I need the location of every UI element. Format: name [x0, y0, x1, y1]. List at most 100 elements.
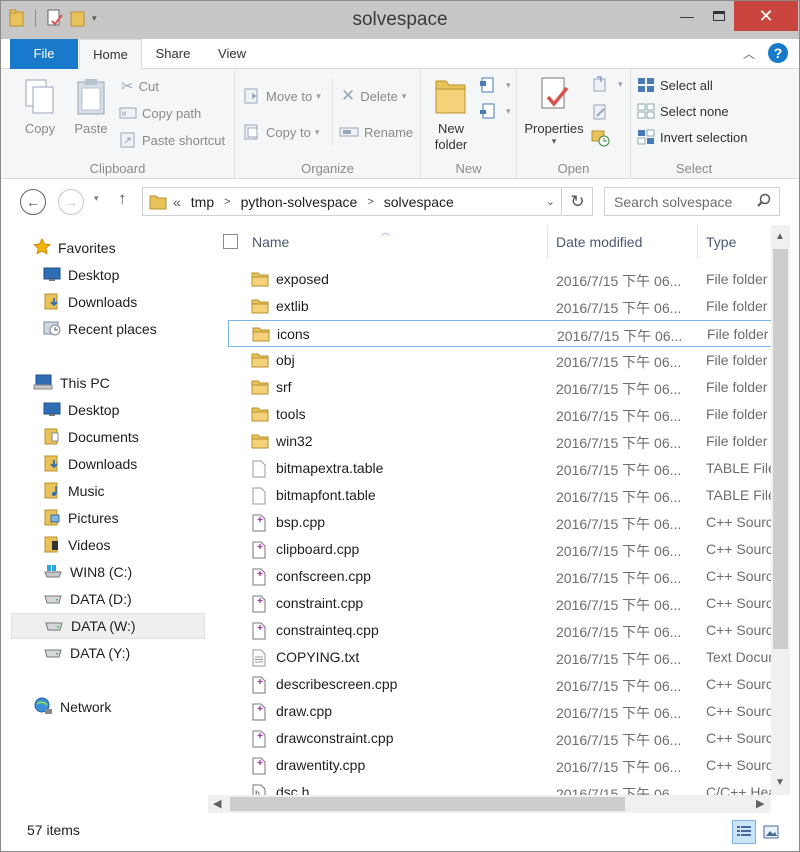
- tab-file[interactable]: File: [10, 39, 78, 69]
- nav-item-videos[interactable]: Videos: [11, 532, 205, 558]
- vertical-scroll-thumb[interactable]: [773, 249, 788, 649]
- copy-to-button[interactable]: Copy to ▾: [243, 121, 319, 143]
- nav-item-win8-c[interactable]: WIN8 (C:): [11, 559, 205, 585]
- large-icons-view-button[interactable]: [759, 820, 783, 844]
- file-date: 2016/7/15 下午 06...: [556, 408, 682, 424]
- horizontal-scroll-thumb[interactable]: [230, 797, 625, 811]
- file-row[interactable]: draw.cpp 2016/7/15 下午 06... C++ Source: [228, 698, 788, 725]
- breadcrumb-solvespace[interactable]: solvespace: [384, 194, 454, 210]
- file-row[interactable]: bsp.cpp 2016/7/15 下午 06... C++ Source: [228, 509, 788, 536]
- nav-item-pictures[interactable]: Pictures: [11, 505, 205, 531]
- nav-item-network[interactable]: Network: [11, 694, 205, 720]
- invert-selection-button[interactable]: Invert selection: [637, 126, 747, 148]
- file-row[interactable]: srf 2016/7/15 下午 06... File folder: [228, 374, 788, 401]
- copy-path-button[interactable]: W Copy path: [119, 102, 201, 124]
- file-row[interactable]: win32 2016/7/15 下午 06... File folder: [228, 428, 788, 455]
- new-item-button[interactable]: ▾: [479, 74, 511, 96]
- edit-button[interactable]: [591, 101, 614, 123]
- file-row[interactable]: tools 2016/7/15 下午 06... File folder: [228, 401, 788, 428]
- nav-item-documents[interactable]: Documents: [11, 424, 205, 450]
- column-header-date-modified[interactable]: Date modified: [556, 225, 642, 259]
- cut-button[interactable]: ✂ Cut: [121, 75, 159, 97]
- file-row[interactable]: bitmapextra.table 2016/7/15 下午 06... TABLE…: [228, 455, 788, 482]
- vertical-scrollbar[interactable]: ▲ ▼: [771, 225, 790, 795]
- maximize-button[interactable]: [703, 1, 735, 31]
- column-header-name[interactable]: Name: [252, 225, 289, 259]
- scroll-up-icon[interactable]: ▲: [775, 231, 785, 242]
- select-all-button[interactable]: Select all: [637, 74, 713, 96]
- nav-item-music[interactable]: Music: [11, 478, 205, 504]
- new-folder-button[interactable]: New folder: [429, 75, 473, 153]
- help-icon[interactable]: ?: [768, 43, 788, 63]
- nav-item-desktop[interactable]: Desktop: [11, 262, 205, 288]
- file-row[interactable]: obj 2016/7/15 下午 06... File folder: [228, 347, 788, 374]
- scroll-right-icon[interactable]: ▶: [756, 797, 764, 810]
- file-date: 2016/7/15 下午 06...: [556, 462, 682, 478]
- properties-button[interactable]: Properties ▾: [523, 75, 585, 147]
- up-arrow-icon[interactable]: ↑: [118, 189, 127, 209]
- nav-item-downloads[interactable]: Downloads: [11, 289, 205, 315]
- details-view-button[interactable]: [732, 820, 756, 844]
- delete-button[interactable]: ✕ Delete ▾: [341, 85, 406, 107]
- chevron-right-icon[interactable]: >: [367, 196, 373, 208]
- rename-button[interactable]: Rename: [339, 121, 413, 143]
- back-button[interactable]: ←: [20, 189, 46, 215]
- easy-access-button[interactable]: ▾: [479, 100, 511, 122]
- paste-button[interactable]: Paste: [71, 77, 111, 136]
- scroll-down-icon[interactable]: ▼: [775, 777, 785, 788]
- title-bar[interactable]: ▾ solvespace — ✕: [1, 1, 799, 39]
- column-header-type[interactable]: Type: [706, 225, 736, 259]
- tab-share[interactable]: Share: [143, 39, 203, 69]
- file-row[interactable]: clipboard.cpp 2016/7/15 下午 06... C++ Sourc…: [228, 536, 788, 563]
- chevron-right-icon[interactable]: >: [224, 196, 230, 208]
- chevron-down-icon[interactable]: ⌄: [546, 195, 555, 208]
- nav-item-this-pc[interactable]: This PC: [11, 370, 205, 396]
- tab-home[interactable]: Home: [79, 39, 142, 70]
- file-name: clipboard.cpp: [276, 541, 360, 557]
- nav-item-data-w[interactable]: DATA (W:): [11, 613, 205, 639]
- select-all-checkbox[interactable]: [223, 234, 238, 249]
- file-row[interactable]: icons 2016/7/15 下午 06... File folder: [228, 320, 788, 347]
- scroll-left-icon[interactable]: ◀: [213, 797, 221, 810]
- nav-item-desktop[interactable]: Desktop: [11, 397, 205, 423]
- file-row[interactable]: exposed 2016/7/15 下午 06... File folder: [228, 266, 788, 293]
- nav-item-downloads[interactable]: Downloads: [11, 451, 205, 477]
- address-bar[interactable]: « tmp > python-solvespace > solvespace ⌄: [142, 187, 562, 216]
- file-row[interactable]: confscreen.cpp 2016/7/15 下午 06... C++ Sour…: [228, 563, 788, 590]
- file-row[interactable]: drawconstraint.cpp 2016/7/15 下午 06... C++ …: [228, 725, 788, 752]
- select-none-button[interactable]: Select none: [637, 100, 729, 122]
- close-button[interactable]: ✕: [734, 1, 798, 31]
- file-row[interactable]: bitmapfont.table 2016/7/15 下午 06... TABLE …: [228, 482, 788, 509]
- breadcrumb-overflow[interactable]: «: [173, 194, 181, 210]
- paste-shortcut-button[interactable]: Paste shortcut: [119, 129, 225, 151]
- horizontal-scrollbar[interactable]: ◀ ▶: [208, 795, 771, 813]
- file-row[interactable]: constrainteq.cpp 2016/7/15 下午 06... C++ So…: [228, 617, 788, 644]
- refresh-button[interactable]: ↻: [563, 187, 593, 216]
- forward-button[interactable]: →: [58, 189, 84, 215]
- file-row[interactable]: COPYING.txt 2016/7/15 下午 06... Text Docume…: [228, 644, 788, 671]
- file-icon: [251, 487, 267, 508]
- file-row[interactable]: constraint.cpp 2016/7/15 下午 06... C++ Sour…: [228, 590, 788, 617]
- nav-item-data-y[interactable]: DATA (Y:): [11, 640, 205, 666]
- file-row[interactable]: extlib 2016/7/15 下午 06... File folder: [228, 293, 788, 320]
- nav-item-favorites[interactable]: Favorites: [11, 235, 205, 261]
- minimize-button[interactable]: —: [671, 1, 703, 31]
- search-input[interactable]: [614, 193, 754, 210]
- move-to-button[interactable]: Move to ▾: [243, 85, 321, 107]
- nav-item-label: DATA (W:): [71, 618, 136, 634]
- select-group-label: Select: [675, 161, 713, 176]
- nav-item-data-d[interactable]: DATA (D:): [11, 586, 205, 612]
- file-row[interactable]: drawentity.cpp 2016/7/15 下午 06... C++ Sour…: [228, 752, 788, 779]
- nav-item-recent-places[interactable]: Recent places: [11, 316, 205, 342]
- breadcrumb-python-solvespace[interactable]: python-solvespace: [241, 194, 358, 210]
- copy-button[interactable]: Copy: [19, 77, 61, 136]
- history-button[interactable]: [591, 127, 616, 149]
- search-icon[interactable]: [756, 193, 772, 209]
- search-box[interactable]: [604, 187, 780, 216]
- tab-view[interactable]: View: [203, 39, 261, 69]
- file-row[interactable]: describescreen.cpp 2016/7/15 下午 06... C++ …: [228, 671, 788, 698]
- breadcrumb-tmp[interactable]: tmp: [191, 194, 214, 210]
- open-button[interactable]: ▾: [591, 73, 623, 95]
- minimize-ribbon-icon[interactable]: ︿: [743, 45, 755, 62]
- recent-locations-dropdown-icon[interactable]: ▾: [94, 193, 99, 204]
